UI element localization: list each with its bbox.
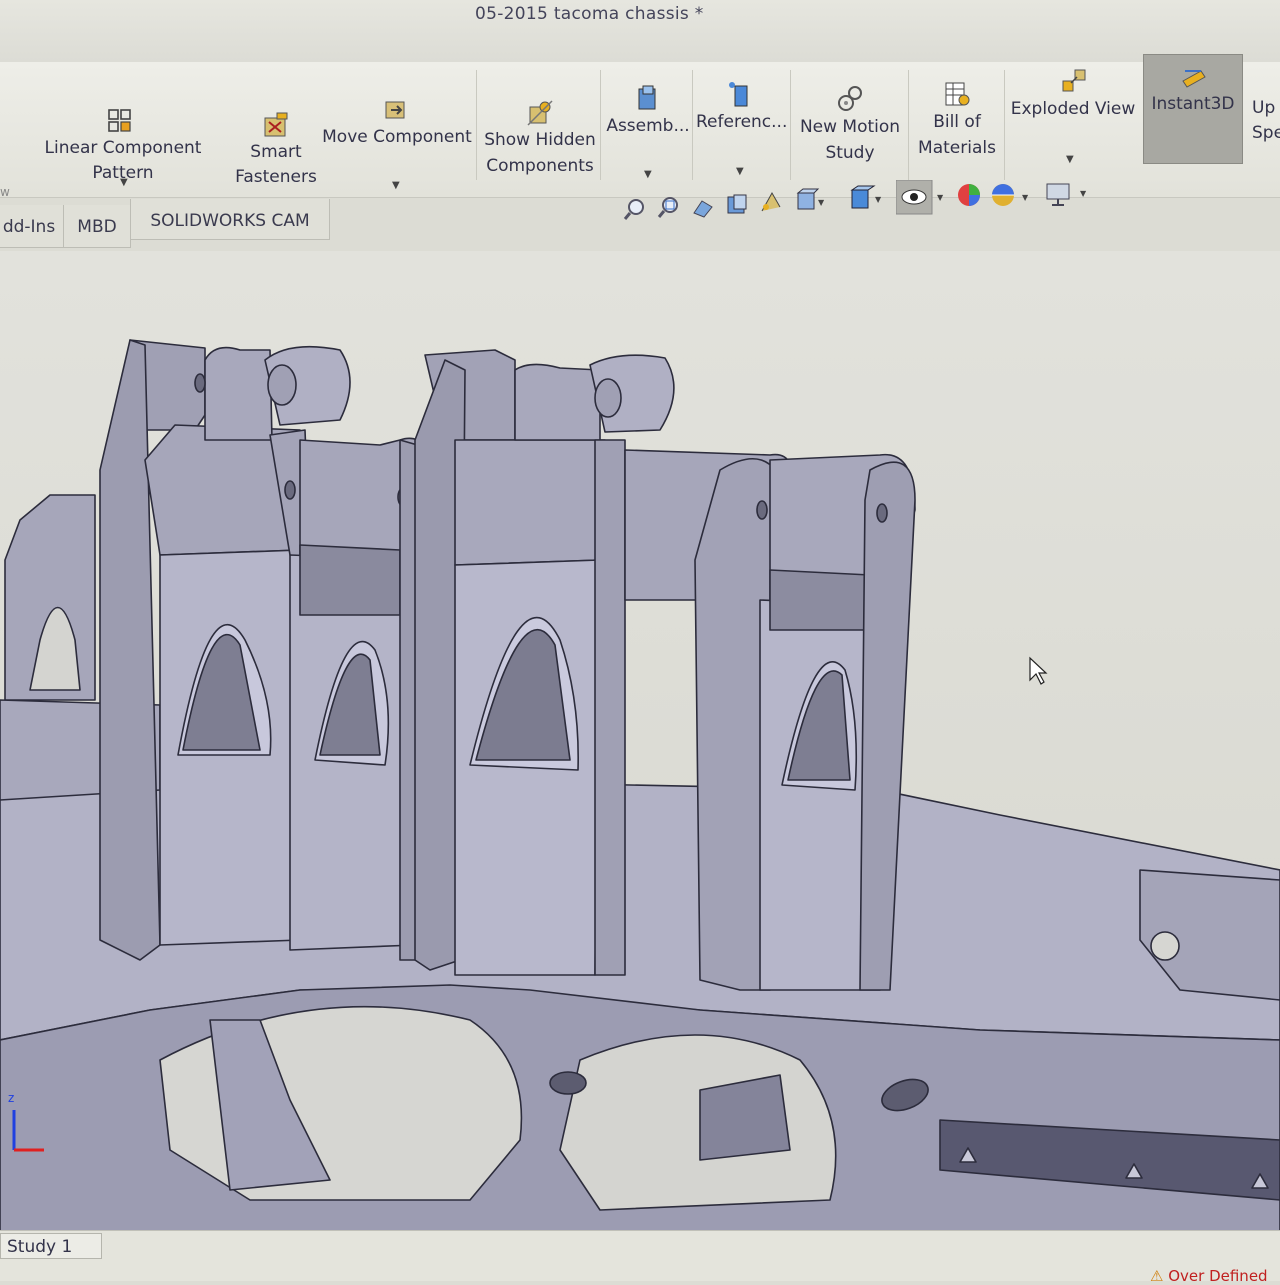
show-hidden-icon bbox=[527, 100, 553, 126]
ribbon-separator bbox=[692, 70, 693, 180]
exploded-view-icon bbox=[1062, 69, 1086, 92]
new-motion-study-label-1: New Motion bbox=[799, 117, 901, 137]
status-bar: Study 1 ⚠ Over Defined bbox=[0, 1230, 1280, 1285]
motion-study-icon bbox=[838, 86, 862, 111]
bom-label-1: Bill of bbox=[933, 112, 981, 132]
svg-text:▼: ▼ bbox=[875, 195, 882, 204]
bolt-hole bbox=[876, 503, 888, 523]
tab-add-ins[interactable]: dd-Ins bbox=[0, 205, 64, 248]
edit-appearance-icon[interactable] bbox=[954, 180, 988, 212]
smart-fasteners-label-1: Smart bbox=[250, 142, 302, 162]
show-hidden-components-button[interactable]: Show Hidden Components bbox=[482, 99, 598, 184]
tab-mbd[interactable]: MBD bbox=[63, 205, 131, 248]
motion-study-tab[interactable]: Study 1 bbox=[0, 1233, 102, 1259]
ribbon-separator bbox=[476, 70, 477, 180]
chevron-down-icon[interactable]: ▼ bbox=[392, 173, 400, 198]
title-bar: 05-2015 tacoma chassis * bbox=[0, 0, 1280, 63]
status-message-text: Over Defined bbox=[1168, 1267, 1268, 1285]
reference-geometry-icon bbox=[729, 82, 748, 107]
svg-text:▼: ▼ bbox=[1080, 189, 1087, 198]
show-hidden-label-1: Show Hidden bbox=[484, 130, 596, 150]
pattern-grid-icon bbox=[108, 109, 131, 132]
assembly-features-label: Assemb... bbox=[606, 116, 690, 136]
new-motion-study-button[interactable]: New Motion Study bbox=[794, 84, 906, 174]
previous-view-icon[interactable] bbox=[690, 193, 716, 219]
bolt-hole bbox=[756, 500, 768, 520]
frame-hole bbox=[1150, 931, 1180, 961]
bushing-end-icon bbox=[267, 364, 297, 406]
graphics-area-viewport[interactable]: z bbox=[0, 251, 1280, 1251]
chevron-down-icon[interactable]: ▼ bbox=[736, 159, 744, 184]
reference-geometry-button[interactable]: Referenc... ▼ bbox=[696, 80, 788, 177]
hide-show-items-icon[interactable]: ▼ bbox=[896, 180, 948, 216]
move-component-button[interactable]: Move Component ▼ bbox=[322, 97, 472, 191]
exploded-view-label: Exploded View bbox=[1010, 99, 1136, 119]
chevron-down-icon[interactable]: ▼ bbox=[644, 162, 652, 187]
bom-icon bbox=[945, 82, 970, 106]
frame-slot-hole bbox=[549, 1071, 587, 1095]
update-speedpak-label-1: Up bbox=[1252, 98, 1276, 118]
ribbon-cut-label: w bbox=[0, 185, 10, 199]
move-component-icon bbox=[385, 101, 405, 119]
dynamic-annotation-icon[interactable] bbox=[758, 189, 784, 215]
linear-component-pattern-button[interactable]: Linear Component Pattern ▼ bbox=[18, 109, 228, 190]
section-view-icon[interactable] bbox=[724, 191, 750, 217]
tab-solidworks-cam[interactable]: SOLIDWORKS CAM bbox=[130, 199, 330, 240]
zoom-to-area-icon[interactable] bbox=[656, 194, 682, 220]
assembly-features-button[interactable]: Assemb... ▼ bbox=[606, 84, 690, 180]
command-manager-ribbon: w Linear Component Pattern ▼ Smart Faste… bbox=[0, 54, 1280, 199]
zoom-to-fit-icon[interactable] bbox=[622, 196, 648, 222]
ribbon-separator bbox=[600, 70, 601, 180]
hanger-2-top-face bbox=[454, 439, 606, 566]
svg-text:▼: ▼ bbox=[937, 193, 944, 202]
bom-label-2: Materials bbox=[918, 138, 996, 158]
hanger-1-tube bbox=[204, 346, 273, 441]
smart-fasteners-label-2: Fasteners bbox=[235, 167, 317, 187]
reference-geometry-label: Referenc... bbox=[696, 112, 788, 132]
warning-icon: ⚠ bbox=[1150, 1267, 1164, 1285]
display-style-icon[interactable]: ▼ bbox=[848, 184, 884, 212]
triad-z-label: z bbox=[8, 1091, 14, 1105]
new-motion-study-label-2: Study bbox=[825, 143, 875, 163]
assembly-features-icon bbox=[638, 85, 656, 110]
apply-scene-icon[interactable]: ▼ bbox=[988, 180, 1034, 212]
fastener-icon bbox=[264, 112, 288, 137]
bolt-hole bbox=[194, 373, 206, 393]
ribbon-separator bbox=[1004, 70, 1005, 180]
document-title: 05-2015 tacoma chassis * bbox=[475, 4, 704, 24]
instant3d-icon bbox=[1182, 70, 1206, 88]
instant3d-button[interactable]: Instant3D bbox=[1143, 54, 1243, 164]
ribbon-separator bbox=[790, 70, 791, 180]
bolt-hole bbox=[284, 480, 296, 500]
show-hidden-label-2: Components bbox=[486, 156, 594, 176]
hanger-2-tube bbox=[514, 363, 601, 441]
update-speedpak-button[interactable]: Up Spe bbox=[1252, 96, 1280, 176]
view-orientation-icon[interactable]: ▼ bbox=[794, 187, 824, 213]
svg-text:▼: ▼ bbox=[818, 198, 824, 207]
update-speedpak-label-2: Spe bbox=[1252, 123, 1280, 143]
smart-fasteners-button[interactable]: Smart Fasteners bbox=[232, 112, 320, 192]
hanger-2-inner-plate bbox=[594, 439, 626, 976]
status-message: ⚠ Over Defined bbox=[1150, 1267, 1268, 1285]
svg-text:▼: ▼ bbox=[1022, 193, 1029, 202]
ribbon-separator bbox=[908, 70, 909, 180]
chevron-down-icon[interactable]: ▼ bbox=[1066, 147, 1074, 172]
move-component-label: Move Component bbox=[322, 127, 472, 147]
hanger-1b-shadow bbox=[299, 544, 401, 616]
bill-of-materials-button[interactable]: Bill of Materials bbox=[912, 80, 1002, 170]
wheel-arch-right bbox=[559, 1034, 837, 1211]
bushing-end-icon bbox=[594, 378, 622, 418]
instant3d-label: Instant3D bbox=[1151, 94, 1235, 114]
hanger-3b-shadow bbox=[769, 569, 871, 631]
chevron-down-icon[interactable]: ▼ bbox=[120, 170, 128, 195]
exploded-view-button[interactable]: Exploded View ▼ bbox=[1008, 67, 1138, 167]
view-settings-icon[interactable]: ▼ bbox=[1044, 180, 1092, 212]
bracket-lower bbox=[699, 1074, 791, 1161]
